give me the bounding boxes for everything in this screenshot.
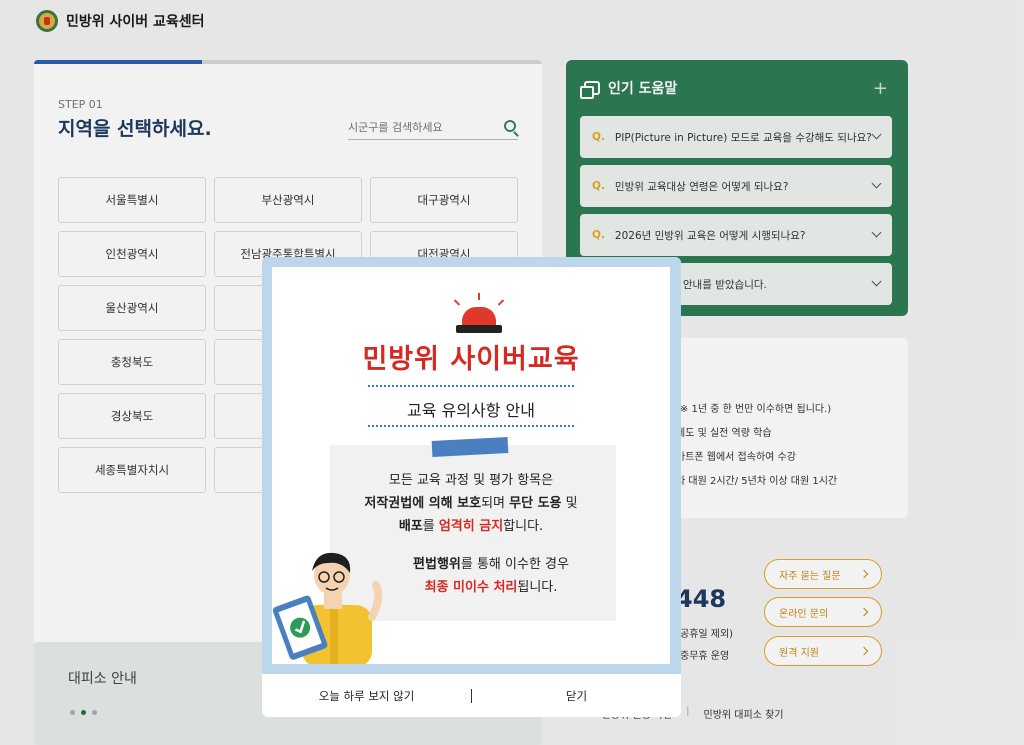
modal-footer: 오늘 하루 보지 않기 닫기 (262, 674, 681, 717)
divider (368, 425, 574, 427)
divider (368, 385, 574, 387)
modal-subtitle: 교육 유의사항 안내 (407, 401, 535, 420)
notice-text: 합니다. (503, 519, 544, 534)
notice-highlight: 엄격히 금지 (438, 519, 504, 534)
modal-frame: 민방위 사이버교육 교육 유의사항 안내 모든 교육 과정 및 평가 항목은 저… (262, 257, 681, 674)
notice-text: 모든 교육 과정 및 평가 항목은 (388, 473, 554, 488)
siren-icon (462, 307, 496, 327)
modal-content: 민방위 사이버교육 교육 유의사항 안내 모든 교육 과정 및 평가 항목은 저… (272, 267, 670, 664)
character-illustration-icon (272, 552, 382, 664)
dont-show-today-button[interactable]: 오늘 하루 보지 않기 (262, 688, 471, 704)
notice-text: 되며 (481, 496, 510, 511)
notice-line-1: 모든 교육 과정 및 평가 항목은 (272, 469, 670, 492)
close-button[interactable]: 닫기 (472, 688, 681, 704)
notice-emphasis: 무단 도용 (509, 496, 562, 511)
modal-title: 민방위 사이버교육 (362, 344, 580, 375)
notice-line-2: 저작권법에 의해 보호되며 무단 도용 및 (272, 492, 670, 515)
notice-highlight: 최종 미이수 처리 (424, 580, 518, 595)
notice-emphasis: 저작권법에 의해 보호 (364, 496, 482, 511)
notice-text: 및 (561, 496, 578, 511)
siren-ray (453, 299, 461, 306)
notice-text: 를 (422, 519, 439, 534)
notice-emphasis: 편법행위 (413, 557, 461, 572)
notice-emphasis: 배포 (398, 519, 423, 534)
notice-modal: 민방위 사이버교육 교육 유의사항 안내 모든 교육 과정 및 평가 항목은 저… (262, 257, 681, 717)
siren-ray (497, 299, 505, 306)
notice-text: 됩니다. (517, 580, 558, 595)
siren-base (456, 325, 502, 333)
notice-line-3: 배포를 엄격히 금지합니다. (272, 515, 670, 538)
notice-text: 를 통해 이수한 경우 (460, 557, 569, 572)
siren-ray (478, 293, 480, 300)
